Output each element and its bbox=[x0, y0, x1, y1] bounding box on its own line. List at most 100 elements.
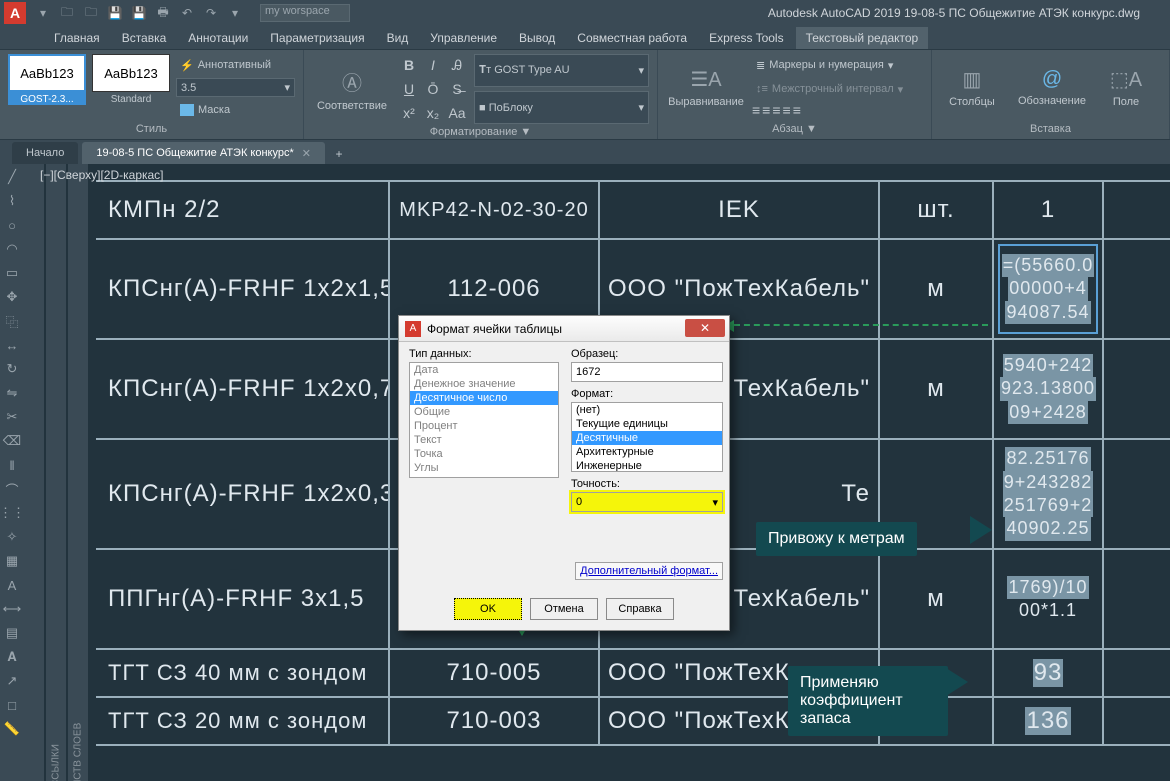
search-field[interactable]: my worspace bbox=[260, 4, 350, 22]
justify-left-icon[interactable]: ≡ bbox=[752, 102, 760, 118]
mirror-icon[interactable]: ⇋ bbox=[2, 384, 22, 402]
columns-button[interactable]: ▥ Столбцы bbox=[940, 54, 1004, 121]
field-button[interactable]: ⬚A Поле bbox=[1100, 54, 1152, 121]
open-icon[interactable]: 🗀 bbox=[58, 4, 76, 22]
fillet-icon[interactable]: ⌒ bbox=[2, 480, 22, 498]
arc-icon[interactable]: ◠ bbox=[2, 240, 22, 258]
add-tab-button[interactable]: + bbox=[329, 144, 349, 164]
textstyle-gost[interactable]: AaBb123 bbox=[8, 54, 86, 92]
match-button[interactable]: Ⓐ Соответствие bbox=[312, 54, 392, 124]
list-item[interactable]: Целое число bbox=[410, 475, 558, 478]
offset-icon[interactable]: ‖ bbox=[2, 456, 22, 474]
panel-strip-1[interactable] bbox=[24, 164, 44, 781]
table-icon[interactable]: ▤ bbox=[2, 624, 22, 642]
array-icon[interactable]: ⋮⋮ bbox=[2, 504, 22, 522]
menu-collab[interactable]: Совместная работа bbox=[567, 27, 697, 49]
undo-icon[interactable]: ↶ bbox=[178, 4, 196, 22]
justify-center-icon[interactable]: ≡ bbox=[762, 102, 770, 118]
app-logo[interactable]: A bbox=[4, 2, 26, 24]
menu-manage[interactable]: Управление bbox=[420, 27, 507, 49]
cell-mfr[interactable]: IEK bbox=[600, 182, 880, 238]
qat-drop-icon[interactable]: ▾ bbox=[226, 4, 244, 22]
cell-name[interactable]: ТГТ СЗ 40 мм с зондом bbox=[96, 650, 390, 696]
symbol-button[interactable]: @ Обозначение bbox=[1010, 54, 1094, 121]
rect-icon[interactable]: ▭ bbox=[2, 264, 22, 282]
list-item[interactable]: Дата bbox=[410, 363, 558, 377]
dim-icon[interactable]: ⟷ bbox=[2, 600, 22, 618]
cell-unit[interactable]: м bbox=[880, 550, 994, 648]
ok-button[interactable]: OK bbox=[454, 598, 522, 620]
list-item[interactable]: Текущие единицы bbox=[572, 417, 722, 431]
erase-icon[interactable]: ⌫ bbox=[2, 432, 22, 450]
list-item[interactable]: Углы bbox=[410, 461, 558, 475]
text-icon[interactable]: A bbox=[2, 576, 22, 594]
type-listbox[interactable]: Дата Денежное значение Десятичное число … bbox=[409, 362, 559, 478]
stretch-icon[interactable]: ↔ bbox=[2, 336, 22, 354]
cell-code[interactable]: 710-003 bbox=[390, 698, 600, 744]
leader-icon[interactable]: ↗ bbox=[2, 672, 22, 690]
list-item[interactable]: (нет) bbox=[572, 403, 722, 417]
mask-label[interactable]: Маска bbox=[198, 104, 230, 116]
panel-strip-2[interactable]: ССЫЛКИ bbox=[46, 164, 66, 781]
cell-name[interactable]: КПСнг(А)-FRHF 1х2х0,35 bbox=[96, 440, 390, 548]
cell-qty[interactable]: 93 bbox=[994, 650, 1104, 696]
list-item[interactable]: Архитектурные bbox=[572, 445, 722, 459]
measure-icon[interactable]: 📏 bbox=[2, 720, 22, 738]
cancel-button[interactable]: Отмена bbox=[530, 598, 598, 620]
help-button[interactable]: Справка bbox=[606, 598, 674, 620]
cell-unit[interactable]: шт. bbox=[880, 182, 994, 238]
hatch-icon[interactable]: ▦ bbox=[2, 552, 22, 570]
super-icon[interactable]: x² bbox=[398, 102, 420, 124]
explode-icon[interactable]: ✧ bbox=[2, 528, 22, 546]
list-item[interactable]: Точка bbox=[410, 447, 558, 461]
underline-icon[interactable]: U bbox=[398, 78, 420, 100]
copy-icon[interactable]: ⿻ bbox=[2, 312, 22, 330]
cell-formula[interactable]: 5940+242 923.13800 09+2428 bbox=[994, 340, 1104, 438]
list-item[interactable]: Денежное значение bbox=[410, 377, 558, 391]
block-icon[interactable]: □ bbox=[2, 696, 22, 714]
menu-express[interactable]: Express Tools bbox=[699, 27, 793, 49]
text-height-combo[interactable]: 3.5▾ bbox=[176, 78, 295, 97]
file-tab-active[interactable]: 19-08-5 ПС Общежитие АТЭК конкурс* ✕ bbox=[82, 142, 325, 164]
bullets-label[interactable]: Маркеры и нумерация bbox=[769, 59, 884, 71]
format-listbox[interactable]: (нет) Текущие единицы Десятичные Архитек… bbox=[571, 402, 723, 472]
list-item[interactable]: Инженерные bbox=[572, 459, 722, 472]
menu-texteditor[interactable]: Текстовый редактор bbox=[796, 27, 929, 49]
cell-code[interactable]: 710-005 bbox=[390, 650, 600, 696]
trim-icon[interactable]: ✂ bbox=[2, 408, 22, 426]
dialog-close-button[interactable]: ✕ bbox=[685, 319, 725, 337]
rotate-icon[interactable]: ↻ bbox=[2, 360, 22, 378]
justify-right-icon[interactable]: ≡ bbox=[772, 102, 780, 118]
cell-unit[interactable]: м bbox=[880, 340, 994, 438]
dialog-titlebar[interactable]: A Формат ячейки таблицы ✕ bbox=[399, 316, 729, 342]
case-icon[interactable]: Aa bbox=[446, 102, 468, 124]
panel-strip-0[interactable]: СВОЙСТВ СЛОЕВ bbox=[68, 164, 88, 781]
cell-code[interactable]: MKP42-N-02-30-20 bbox=[390, 182, 600, 238]
close-icon[interactable]: ✕ bbox=[302, 147, 311, 160]
italic-icon[interactable]: I bbox=[422, 54, 444, 76]
list-item[interactable]: Процент bbox=[410, 419, 558, 433]
menu-home[interactable]: Главная bbox=[44, 27, 110, 49]
menu-view[interactable]: Вид bbox=[377, 27, 419, 49]
cell-name[interactable]: ТГТ СЗ 20 мм с зондом bbox=[96, 698, 390, 744]
textstyle-standard[interactable]: AaBb123 bbox=[92, 54, 170, 92]
pline-icon[interactable]: ⌇ bbox=[2, 192, 22, 210]
align-button[interactable]: ☰A Выравнивание bbox=[666, 54, 746, 121]
precision-combo[interactable]: 0▾ bbox=[571, 492, 723, 512]
circle-icon[interactable]: ○ bbox=[2, 216, 22, 234]
cell-formula[interactable]: =(55660.0 00000+4 94087.54 bbox=[994, 240, 1104, 338]
list-item[interactable]: Общие bbox=[410, 405, 558, 419]
sub-icon[interactable]: x₂ bbox=[422, 102, 444, 124]
list-item[interactable]: Десятичные bbox=[572, 431, 722, 445]
menu-output[interactable]: Вывод bbox=[509, 27, 565, 49]
viewport-label[interactable]: [−][Сверху][2D-каркас] bbox=[40, 168, 164, 182]
list-item[interactable]: Десятичное число bbox=[410, 391, 558, 405]
move-icon[interactable]: ✥ bbox=[2, 288, 22, 306]
overline-icon[interactable]: Ō bbox=[422, 78, 444, 100]
plot-icon[interactable]: 🖶 bbox=[154, 4, 172, 22]
save-icon[interactable]: 💾 bbox=[106, 4, 124, 22]
new-icon[interactable]: ▾ bbox=[34, 4, 52, 22]
color-combo[interactable]: ■ ПоБлоку▾ bbox=[474, 91, 649, 124]
cell-qty[interactable]: 136 bbox=[994, 698, 1104, 744]
justify-dist-icon[interactable]: ≡ bbox=[793, 102, 801, 118]
